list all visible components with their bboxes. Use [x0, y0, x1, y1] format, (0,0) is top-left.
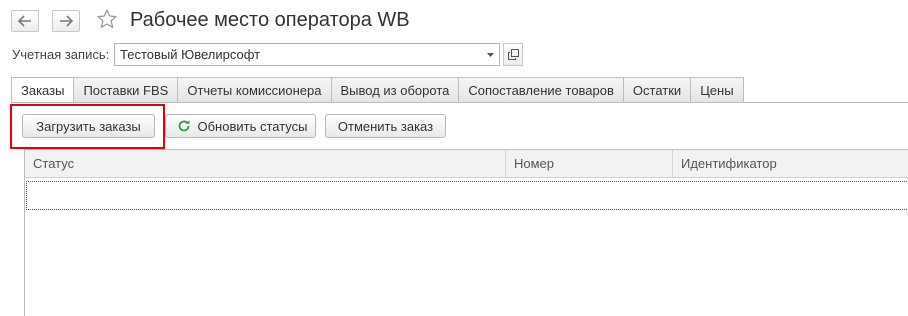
account-field[interactable]: Тестовый Ювелирсофт: [114, 43, 482, 66]
account-open-button[interactable]: [503, 43, 523, 66]
star-outline-icon[interactable]: [96, 8, 118, 30]
arrow-right-icon: [60, 15, 73, 27]
cancel-order-button[interactable]: Отменить заказ: [325, 114, 446, 138]
caret-down-icon: [486, 52, 494, 57]
column-header-status[interactable]: Статус: [25, 150, 505, 178]
account-dropdown-button[interactable]: [481, 43, 500, 66]
refresh-statuses-label: Обновить статусы: [197, 118, 308, 134]
account-label: Учетная запись:: [12, 47, 110, 62]
tab-stock[interactable]: Остатки: [623, 77, 692, 103]
operator-workplace-window: Рабочее место оператора WB Учетная запис…: [0, 0, 908, 316]
refresh-statuses-button[interactable]: Обновить статусы: [165, 114, 316, 138]
tab-commission-reports[interactable]: Отчеты комиссионера: [178, 77, 332, 103]
open-form-icon: [507, 49, 519, 60]
column-header-identifier[interactable]: Идентификатор: [672, 150, 908, 178]
tab-bar: Заказы Поставки FBS Отчеты комиссионера …: [11, 77, 744, 104]
arrow-left-icon: [18, 15, 31, 27]
table-header: Статус Номер Идентификатор: [25, 150, 908, 178]
orders-table[interactable]: Статус Номер Идентификатор: [24, 149, 908, 316]
refresh-icon: [179, 120, 190, 132]
back-button[interactable]: [11, 10, 39, 32]
forward-button[interactable]: [52, 10, 80, 32]
column-header-number[interactable]: Номер: [505, 150, 672, 178]
tab-fbs-supplies[interactable]: Поставки FBS: [74, 77, 179, 103]
table-row[interactable]: [26, 181, 908, 210]
tab-prices[interactable]: Цены: [691, 77, 744, 103]
page-title: Рабочее место оператора WB: [130, 9, 410, 31]
tab-divider: [11, 102, 908, 103]
tab-product-matching[interactable]: Сопоставление товаров: [459, 77, 624, 103]
tab-withdrawal[interactable]: Вывод из оборота: [331, 77, 460, 103]
load-orders-button[interactable]: Загрузить заказы: [22, 114, 155, 138]
tab-orders[interactable]: Заказы: [11, 77, 75, 104]
